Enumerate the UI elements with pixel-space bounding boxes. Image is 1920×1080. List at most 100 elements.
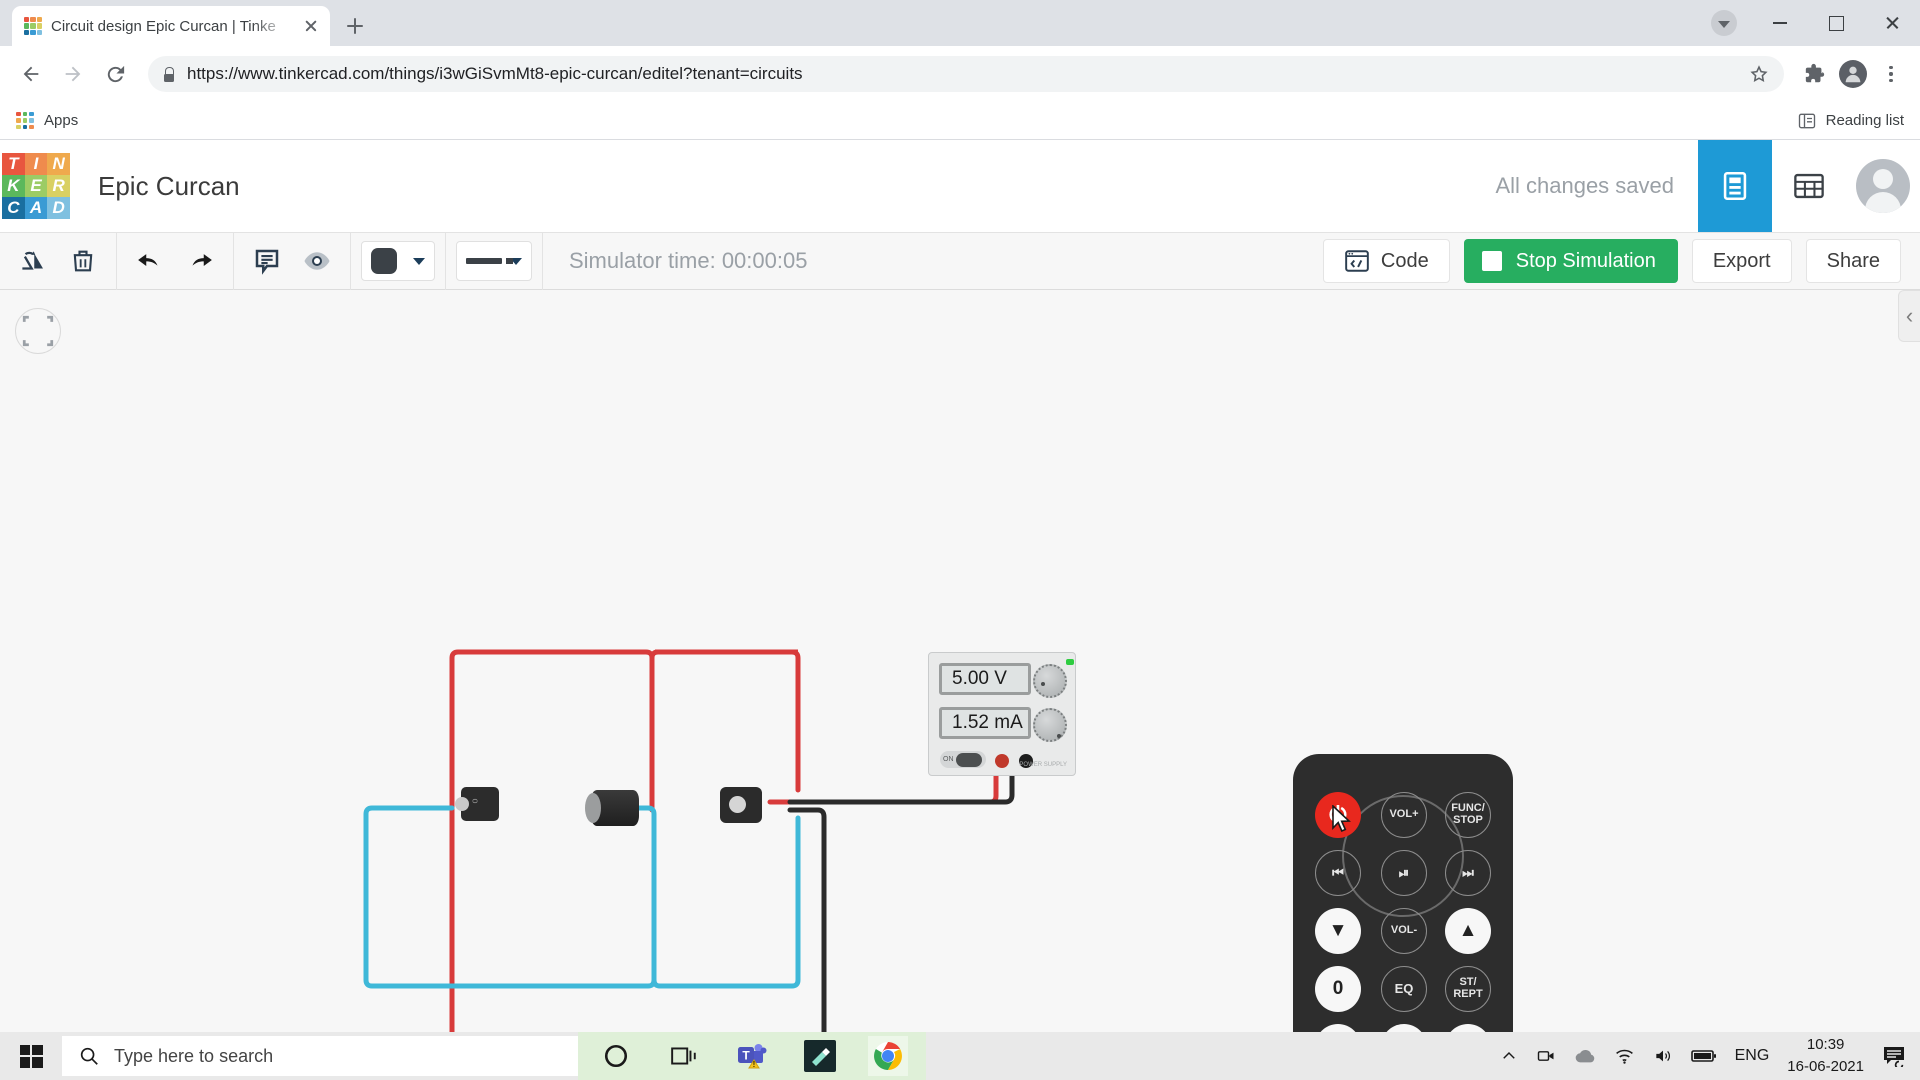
circuit-canvas[interactable]: 5.00 V 1.52 mA ON POWER SUPPLY o 3 VDC bbox=[0, 290, 1920, 1032]
extensions-icon[interactable] bbox=[1798, 57, 1832, 91]
onedrive-cloud-icon[interactable] bbox=[1574, 1047, 1596, 1065]
apps-grid-icon[interactable] bbox=[16, 112, 34, 130]
logo-tile-k: K bbox=[2, 175, 25, 197]
grid-icon bbox=[1792, 171, 1826, 201]
system-tray: ENG 10:39 16-06-2021 bbox=[1500, 1034, 1920, 1078]
power-switch-label: ON bbox=[943, 756, 954, 763]
share-label: Share bbox=[1827, 250, 1880, 273]
wire-black-motor bbox=[478, 810, 824, 1032]
wire-color-select[interactable] bbox=[361, 241, 435, 281]
task-view-icon[interactable] bbox=[664, 1036, 704, 1076]
voltage-knob[interactable] bbox=[1033, 664, 1067, 698]
wire-style-select[interactable] bbox=[456, 241, 532, 281]
play-pause-button[interactable]: ⏯ bbox=[1381, 850, 1427, 896]
export-button[interactable]: Export bbox=[1692, 239, 1792, 283]
logo-tile-c: C bbox=[2, 197, 25, 219]
func-stop-button[interactable]: FUNC/ STOP bbox=[1445, 792, 1491, 838]
share-button[interactable]: Share bbox=[1806, 239, 1901, 283]
taskbar-search-placeholder: Type here to search bbox=[114, 1046, 273, 1067]
close-tab-icon[interactable] bbox=[300, 15, 322, 37]
project-title[interactable]: Epic Curcan bbox=[98, 171, 240, 202]
capacitor-component[interactable] bbox=[585, 790, 641, 826]
search-icon bbox=[78, 1045, 100, 1067]
bookmark-apps-label[interactable]: Apps bbox=[44, 112, 78, 129]
current-knob[interactable] bbox=[1033, 708, 1067, 742]
window-controls bbox=[1696, 0, 1920, 46]
next-button[interactable]: ⏭ bbox=[1445, 850, 1491, 896]
stop-simulation-label: Stop Simulation bbox=[1516, 250, 1656, 273]
delete-button[interactable] bbox=[60, 238, 106, 284]
bookmark-star-icon[interactable] bbox=[1748, 63, 1770, 85]
google-chrome-icon[interactable] bbox=[868, 1036, 908, 1076]
language-indicator[interactable]: ENG bbox=[1735, 1047, 1770, 1065]
minimize-window-button[interactable] bbox=[1752, 0, 1808, 46]
panel-collapse-handle[interactable]: ‹ bbox=[1898, 290, 1920, 342]
tinkercad-favicon-icon bbox=[24, 17, 42, 35]
grid-view-button[interactable] bbox=[1772, 140, 1846, 232]
notifications-icon[interactable] bbox=[1882, 1045, 1906, 1067]
taskbar-search-box[interactable]: Type here to search bbox=[62, 1036, 578, 1076]
maximize-window-button[interactable] bbox=[1808, 0, 1864, 46]
volume-icon[interactable] bbox=[1653, 1046, 1673, 1066]
volume-down-button[interactable]: VOL- bbox=[1381, 908, 1427, 954]
editor-app-icon[interactable] bbox=[800, 1036, 840, 1076]
user-avatar bbox=[1856, 159, 1910, 213]
wire-black-psu bbox=[790, 772, 1012, 802]
clock[interactable]: 10:39 16-06-2021 bbox=[1787, 1034, 1864, 1078]
editor-toolbar: Simulator time: 00:00:05 Code Stop Simul… bbox=[0, 232, 1920, 290]
forward-button[interactable] bbox=[54, 55, 92, 93]
network-wifi-icon[interactable] bbox=[1614, 1047, 1635, 1065]
tinkercad-logo[interactable]: T I N K E R C A D bbox=[2, 153, 70, 219]
components-icon bbox=[1718, 169, 1752, 203]
volume-up-button[interactable]: VOL+ bbox=[1381, 792, 1427, 838]
transistor-component[interactable]: o bbox=[455, 787, 499, 821]
rotate-button[interactable] bbox=[10, 238, 56, 284]
back-button[interactable] bbox=[12, 55, 50, 93]
undo-button[interactable] bbox=[127, 238, 173, 284]
code-button[interactable]: Code bbox=[1323, 239, 1450, 283]
download-indicator-icon[interactable] bbox=[1696, 0, 1752, 46]
up-button[interactable]: ▲ bbox=[1445, 908, 1491, 954]
key-0-button[interactable]: 0 bbox=[1315, 966, 1361, 1012]
battery-icon[interactable] bbox=[1691, 1048, 1717, 1064]
new-tab-button[interactable] bbox=[338, 9, 372, 43]
components-panel-button[interactable] bbox=[1698, 140, 1772, 232]
browser-tab[interactable]: Circuit design Epic Curcan | Tinke bbox=[12, 6, 330, 46]
browser-menu-button[interactable] bbox=[1874, 57, 1908, 91]
toolbar-group-color bbox=[351, 232, 446, 290]
cortana-icon[interactable] bbox=[596, 1036, 636, 1076]
stop-simulation-button[interactable]: Stop Simulation bbox=[1464, 239, 1678, 283]
previous-button[interactable]: ⏮ bbox=[1315, 850, 1361, 896]
down-button[interactable]: ▼ bbox=[1315, 908, 1361, 954]
power-switch[interactable]: ON bbox=[940, 751, 986, 768]
address-bar[interactable]: https://www.tinkercad.com/things/i3wGiSv… bbox=[148, 56, 1784, 92]
start-button[interactable] bbox=[0, 1032, 62, 1080]
logo-tile-n: N bbox=[47, 153, 70, 175]
wire-blue-1 bbox=[366, 808, 654, 986]
reading-list-button[interactable]: Reading list bbox=[1797, 111, 1904, 131]
wire-red-2 bbox=[652, 652, 798, 790]
close-window-button[interactable] bbox=[1864, 0, 1920, 46]
logo-tile-i: I bbox=[25, 153, 48, 175]
power-led-icon bbox=[1066, 659, 1074, 665]
visibility-button[interactable] bbox=[294, 238, 340, 284]
profile-avatar[interactable] bbox=[1836, 57, 1870, 91]
toolbar-group-view bbox=[234, 232, 351, 290]
wire-blue-2 bbox=[654, 818, 798, 986]
positive-terminal[interactable] bbox=[995, 754, 1009, 768]
eq-button[interactable]: EQ bbox=[1381, 966, 1427, 1012]
user-account-button[interactable] bbox=[1846, 140, 1920, 232]
microsoft-teams-icon[interactable]: T ! bbox=[732, 1036, 772, 1076]
show-hidden-icons-button[interactable] bbox=[1500, 1047, 1518, 1065]
st-rept-button[interactable]: ST/ REPT bbox=[1445, 966, 1491, 1012]
taskbar-app-buttons: T ! bbox=[578, 1032, 926, 1080]
redo-button[interactable] bbox=[177, 238, 223, 284]
notes-button[interactable] bbox=[244, 238, 290, 284]
camera-icon[interactable] bbox=[1536, 1046, 1556, 1066]
power-supply[interactable]: 5.00 V 1.52 mA ON POWER SUPPLY bbox=[928, 652, 1076, 776]
toolbar-group-edit bbox=[0, 232, 117, 290]
export-label: Export bbox=[1713, 250, 1771, 273]
ir-receiver-component[interactable] bbox=[720, 787, 762, 823]
wire-style-preview bbox=[466, 258, 502, 264]
reload-button[interactable] bbox=[96, 55, 134, 93]
